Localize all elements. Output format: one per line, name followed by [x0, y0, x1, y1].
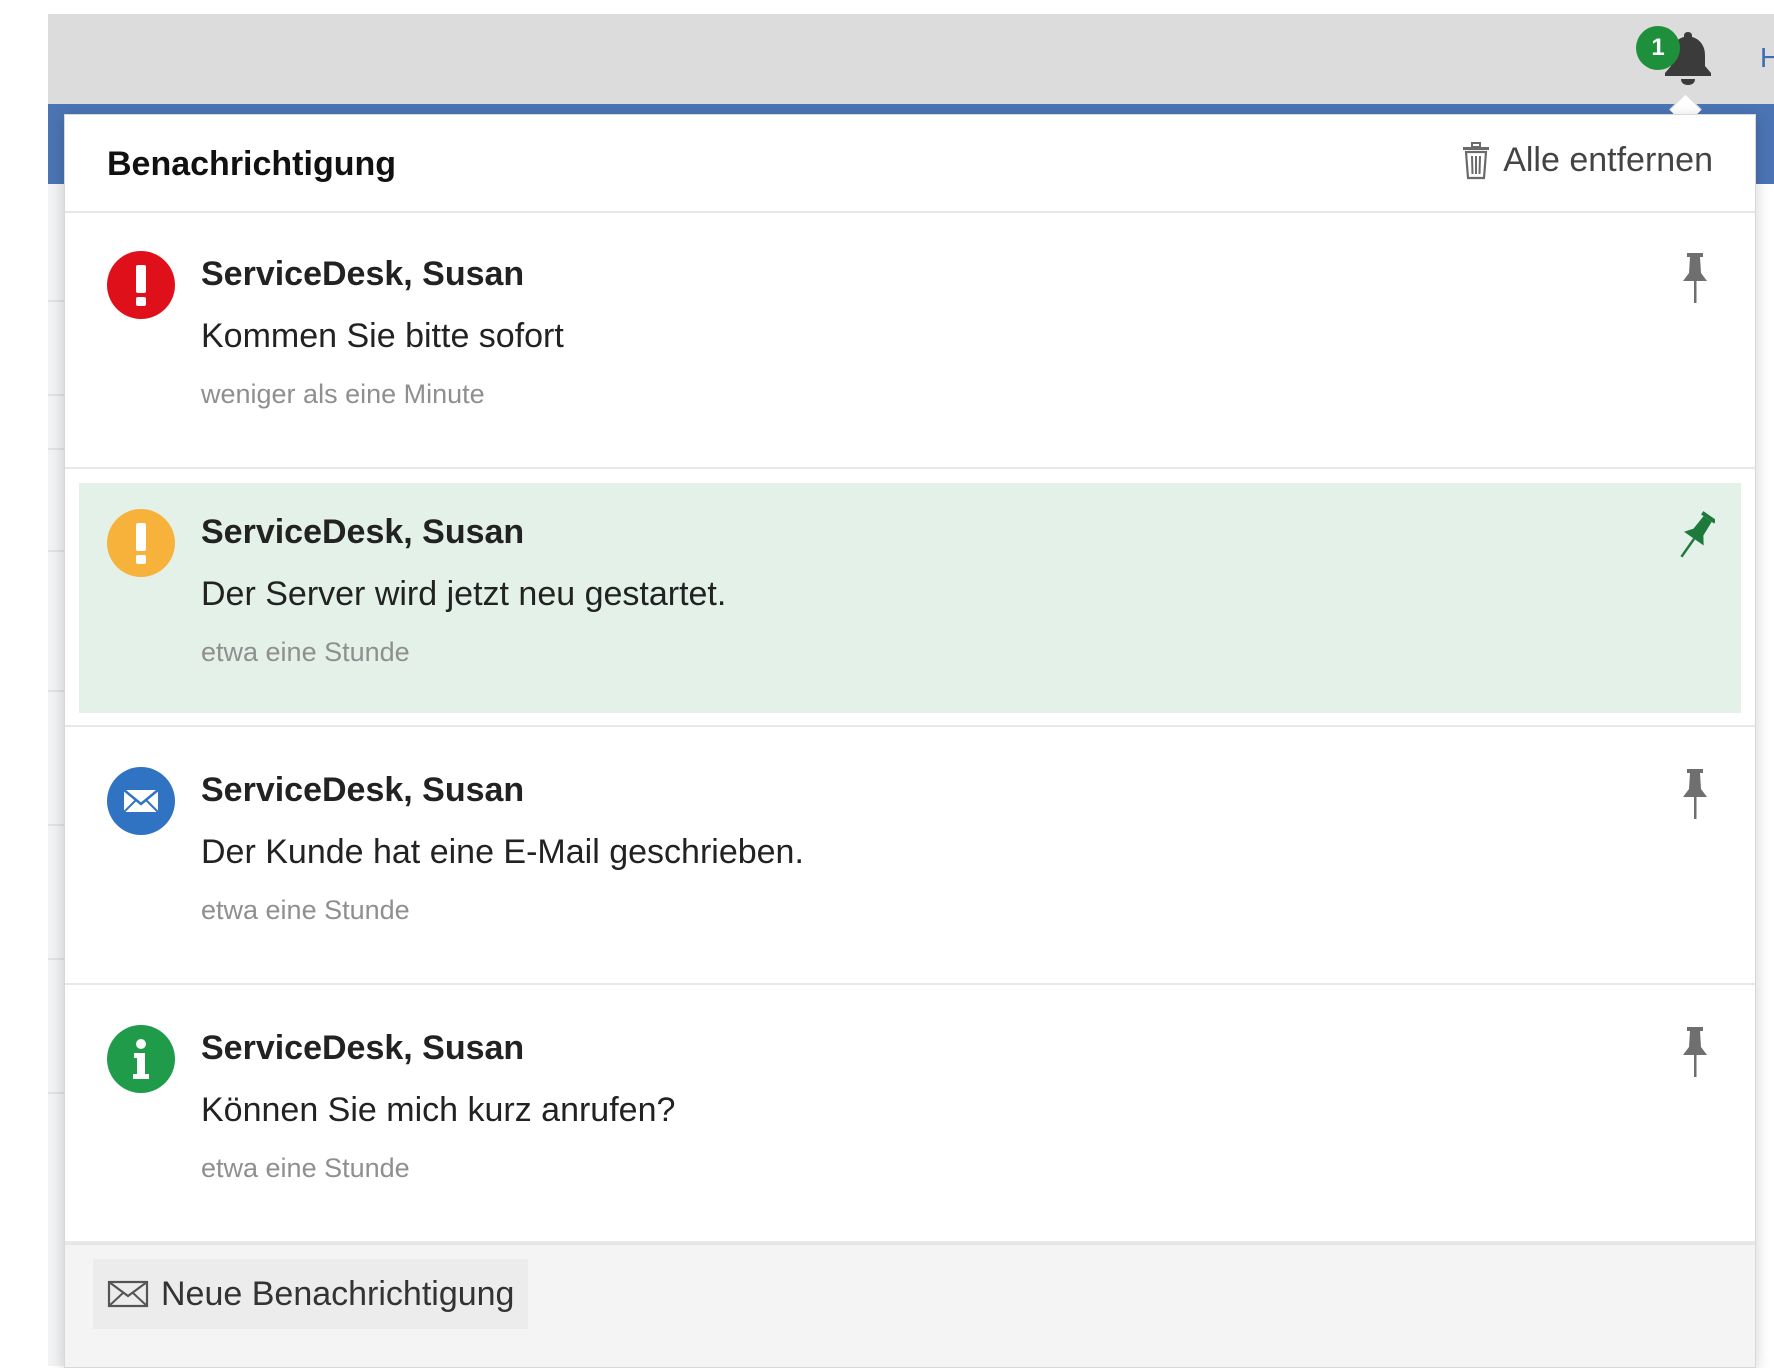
notification-message: Der Server wird jetzt neu gestartet.: [201, 575, 727, 613]
exclamation-icon: [107, 251, 175, 319]
notification-item-pinned[interactable]: ServiceDesk, Susan Der Server wird jetzt…: [65, 469, 1755, 727]
notification-message: Können Sie mich kurz anrufen?: [201, 1091, 676, 1129]
envelope-icon: [107, 767, 175, 835]
clear-all-button[interactable]: Alle entfernen: [1461, 141, 1713, 180]
top-bar: [48, 14, 1774, 106]
popup-footer: Neue Benachrichtigung: [65, 1243, 1755, 1367]
pin-icon[interactable]: [1675, 1025, 1715, 1081]
top-nav-link[interactable]: H: [1760, 42, 1774, 74]
notification-popup: Benachrichtigung Alle entfernen ServiceD…: [64, 114, 1756, 1368]
notification-item[interactable]: ServiceDesk, Susan Kommen Sie bitte sofo…: [65, 211, 1755, 469]
notification-message: Kommen Sie bitte sofort: [201, 317, 564, 355]
notification-time: etwa eine Stunde: [201, 1153, 410, 1183]
notification-time: etwa eine Stunde: [201, 637, 410, 667]
notification-sender: ServiceDesk, Susan: [201, 513, 525, 551]
notification-sender: ServiceDesk, Susan: [201, 1029, 525, 1067]
new-notification-label: Neue Benachrichtigung: [161, 1274, 515, 1313]
pin-active-icon[interactable]: [1675, 509, 1717, 565]
exclamation-icon: [107, 509, 175, 577]
notification-count-badge: 1: [1636, 26, 1680, 70]
background-sidebar: [48, 184, 64, 1366]
notification-time: weniger als eine Minute: [201, 379, 485, 409]
popup-header: Benachrichtigung Alle entfernen: [65, 115, 1755, 213]
notification-item[interactable]: ServiceDesk, Susan Können Sie mich kurz …: [65, 985, 1755, 1243]
popup-title: Benachrichtigung: [107, 145, 397, 183]
notification-message: Der Kunde hat eine E-Mail geschrieben.: [201, 833, 804, 871]
pin-icon[interactable]: [1675, 251, 1715, 307]
info-icon: [107, 1025, 175, 1093]
new-notification-button[interactable]: Neue Benachrichtigung: [93, 1259, 529, 1329]
notification-sender: ServiceDesk, Susan: [201, 255, 525, 293]
envelope-icon: [107, 1280, 149, 1308]
clear-all-label: Alle entfernen: [1503, 141, 1713, 179]
pin-icon[interactable]: [1675, 767, 1715, 823]
notification-time: etwa eine Stunde: [201, 895, 410, 925]
notification-item[interactable]: ServiceDesk, Susan Der Kunde hat eine E-…: [65, 727, 1755, 985]
notification-sender: ServiceDesk, Susan: [201, 771, 525, 809]
trash-icon: [1463, 141, 1490, 179]
